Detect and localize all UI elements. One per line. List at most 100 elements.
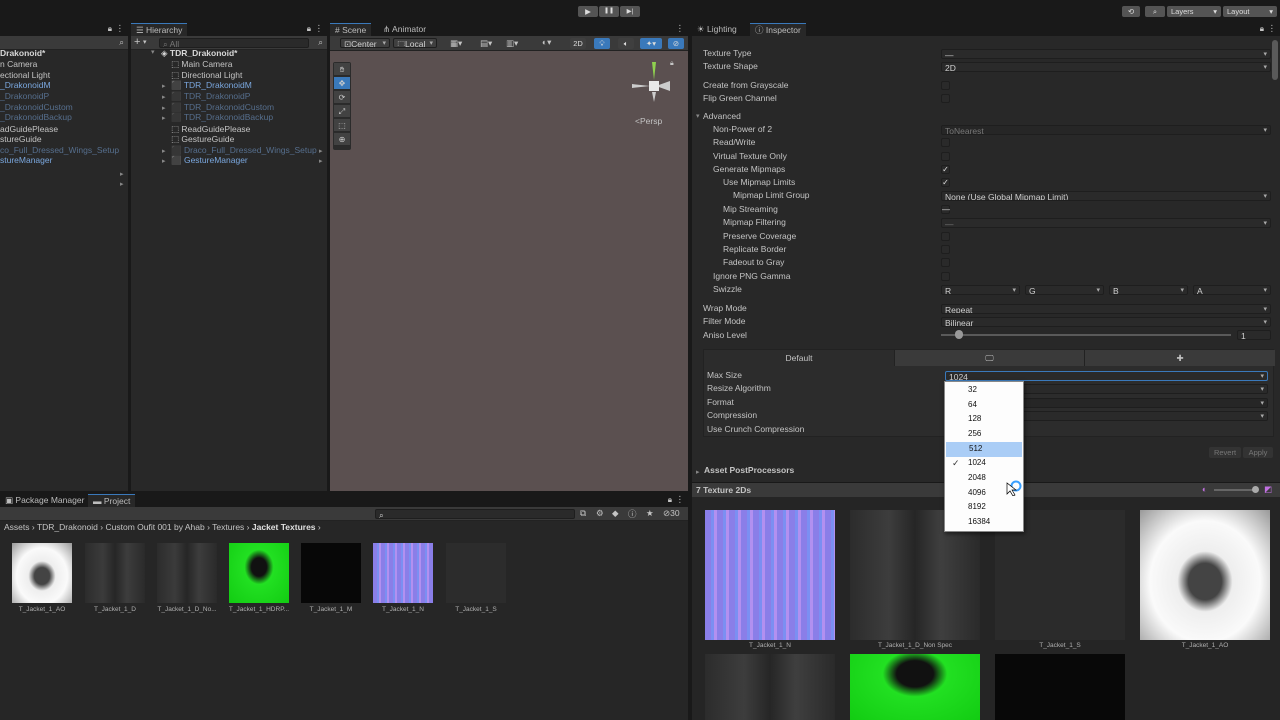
chevron-right-icon[interactable]: ▸ xyxy=(319,147,323,155)
chevron-right-icon[interactable]: ▸ xyxy=(162,93,166,101)
aniso-slider-handle[interactable] xyxy=(955,330,964,339)
aniso-slider-track[interactable] xyxy=(941,334,1231,336)
fadeout-gray-checkbox[interactable] xyxy=(941,258,950,267)
chevron-right-icon[interactable]: ▸ xyxy=(162,157,166,165)
list-item[interactable]: n Camera xyxy=(0,59,37,70)
mip-streaming-checkbox[interactable]: — xyxy=(941,205,950,214)
scale-tool-icon[interactable]: ⤢ xyxy=(334,105,350,118)
projection-label[interactable]: <Persp xyxy=(635,116,662,126)
texture-preview-metallic[interactable] xyxy=(995,654,1125,720)
hierarchy-search-input[interactable]: ⌕ All xyxy=(159,38,309,48)
max-size-option[interactable]: 8192 xyxy=(945,500,1023,515)
effects-toggle-icon[interactable]: ✦▾ xyxy=(640,38,662,49)
chevron-down-icon[interactable]: ▾ xyxy=(151,48,155,56)
search-icon[interactable]: ⌕ xyxy=(1145,6,1165,17)
max-size-option[interactable]: 128 xyxy=(945,412,1023,427)
rotate-tool-icon[interactable]: ⟳ xyxy=(334,91,350,104)
tab-platform-default[interactable]: Default xyxy=(704,350,894,366)
list-item[interactable]: _DrakonoidBackup xyxy=(0,112,72,123)
tab-project[interactable]: ▬ Project xyxy=(88,494,136,507)
breadcrumb-item[interactable]: TDR_Drakonoid xyxy=(37,522,98,532)
flip-green-checkbox[interactable] xyxy=(941,94,950,103)
2d-toggle[interactable]: 2D xyxy=(570,38,586,49)
breadcrumb-item[interactable]: Textures xyxy=(212,522,244,532)
asset-thumbnail-specular[interactable] xyxy=(446,543,506,603)
asset-postprocessors-foldout[interactable]: Asset PostProcessors xyxy=(704,465,794,476)
chevron-right-icon[interactable]: ▸ xyxy=(120,170,124,178)
chevron-right-icon[interactable]: ▸ xyxy=(120,180,124,188)
move-tool-icon[interactable]: ✥ xyxy=(334,77,350,90)
breadcrumb-item[interactable]: Assets xyxy=(4,522,30,532)
channel-icon[interactable]: ◩ xyxy=(1264,484,1272,495)
texture-preview-diffuse-2[interactable] xyxy=(705,654,835,720)
max-size-option[interactable]: 16384 xyxy=(945,515,1023,530)
list-item[interactable]: ⬛ TDR_DrakonoidP xyxy=(171,91,250,102)
list-item[interactable]: Drakonoid* xyxy=(0,48,45,59)
texture-preview-normal[interactable] xyxy=(705,510,835,640)
grid-snap-icon[interactable]: ▦▾ xyxy=(450,38,462,49)
max-size-option[interactable]: 32 xyxy=(945,383,1023,398)
menu-icon[interactable]: ⋮ xyxy=(676,23,685,34)
breadcrumb-item[interactable]: Jacket Textures xyxy=(252,522,316,532)
hidden-toggle-icon[interactable]: ⊘ xyxy=(668,38,684,49)
draw-mode-icon[interactable]: ◐▾ xyxy=(542,37,551,48)
tab-animator[interactable]: ⋔ Animator xyxy=(378,23,431,36)
create-grayscale-checkbox[interactable] xyxy=(941,81,950,90)
max-size-option-selected[interactable]: ✓ 1024 xyxy=(945,456,1023,471)
list-item[interactable]: ⬛ TDR_DrakonoidBackup xyxy=(171,112,273,123)
search-icon[interactable]: ⌕ xyxy=(119,37,124,48)
texture-preview-ao[interactable] xyxy=(1140,510,1270,640)
list-item[interactable]: stureManager xyxy=(0,155,52,166)
texture-shape-dropdown[interactable]: 2D xyxy=(941,62,1271,72)
snap-increment-icon[interactable]: ▤▾ xyxy=(480,38,492,49)
asset-thumbnail-metallic[interactable] xyxy=(301,543,361,603)
generate-mipmaps-checkbox[interactable]: ✓ xyxy=(941,165,950,174)
asset-thumbnail-ao[interactable] xyxy=(12,543,72,603)
swizzle-r-dropdown[interactable]: R xyxy=(941,285,1020,295)
mipmap-filtering-dropdown[interactable]: — xyxy=(941,218,1271,228)
audio-toggle-icon[interactable]: 🔈︎ xyxy=(618,38,634,49)
preview-size-handle[interactable] xyxy=(1252,486,1259,493)
mipmap-limit-group-dropdown[interactable]: None (Use Global Mipmap Limit) xyxy=(941,191,1271,201)
list-item[interactable]: ⬚ Main Camera xyxy=(171,59,232,70)
orientation-gizmo[interactable]: 🔒︎ xyxy=(630,60,680,120)
breadcrumb-item[interactable]: Custom Oufit 001 by Ahab xyxy=(106,522,205,532)
info-icon[interactable]: ⓘ xyxy=(628,508,637,520)
max-size-option[interactable]: 64 xyxy=(945,398,1023,413)
max-size-option[interactable]: 256 xyxy=(945,427,1023,442)
list-item[interactable]: _DrakonoidP xyxy=(0,91,49,102)
hidden-count-icon[interactable]: ⊘30 xyxy=(663,508,680,519)
tag-icon[interactable]: ◆ xyxy=(612,508,619,519)
texture-type-dropdown[interactable]: — xyxy=(941,49,1271,59)
chevron-right-icon[interactable]: ▸ xyxy=(162,82,166,90)
menu-icon[interactable]: ⋮ xyxy=(116,23,125,34)
swizzle-b-dropdown[interactable]: B xyxy=(1109,285,1188,295)
asset-thumbnail-diffuse-nonspec[interactable] xyxy=(157,543,217,603)
lock-icon[interactable]: 🔒︎ xyxy=(307,24,311,34)
preserve-coverage-checkbox[interactable] xyxy=(941,232,950,241)
filter-mode-dropdown[interactable]: Bilinear xyxy=(941,317,1271,327)
tab-package-manager[interactable]: ▣ Package Manager xyxy=(0,494,89,507)
list-item[interactable]: _DrakonoidM xyxy=(0,80,51,91)
tab-hierarchy[interactable]: ☰ Hierarchy xyxy=(131,23,188,36)
filter-type-icon[interactable]: ⧉ xyxy=(580,508,586,519)
list-item[interactable]: ⬛ TDR_DrakonoidM xyxy=(171,80,252,91)
texture-preview-hdrp-mask[interactable] xyxy=(850,654,980,720)
lighting-toggle-icon[interactable]: 💡︎ xyxy=(594,38,610,49)
tab-platform-android[interactable]: ✚ xyxy=(1084,350,1275,366)
search-icon[interactable]: ⌕ xyxy=(318,37,323,48)
replicate-border-checkbox[interactable] xyxy=(941,245,950,254)
aniso-level-value[interactable]: 1 xyxy=(1237,330,1271,340)
transform-tool-icon[interactable]: ⊕ xyxy=(334,133,350,146)
play-button[interactable]: ▶ xyxy=(578,6,598,17)
chevron-right-icon[interactable]: ▸ xyxy=(319,157,323,165)
tab-scene[interactable]: # Scene xyxy=(330,23,372,36)
project-search-input[interactable]: ⌕ xyxy=(375,509,575,519)
lock-icon[interactable]: 🔒︎ xyxy=(1260,24,1264,34)
tab-platform-standalone[interactable]: 🖵︎ xyxy=(894,350,1084,366)
lock-icon[interactable]: 🔒︎ xyxy=(668,495,672,505)
lock-icon[interactable]: 🔒︎ xyxy=(108,24,112,34)
read-write-checkbox[interactable] xyxy=(941,138,950,147)
asset-thumbnail-diffuse[interactable] xyxy=(85,543,145,603)
ignore-png-gamma-checkbox[interactable] xyxy=(941,272,950,281)
